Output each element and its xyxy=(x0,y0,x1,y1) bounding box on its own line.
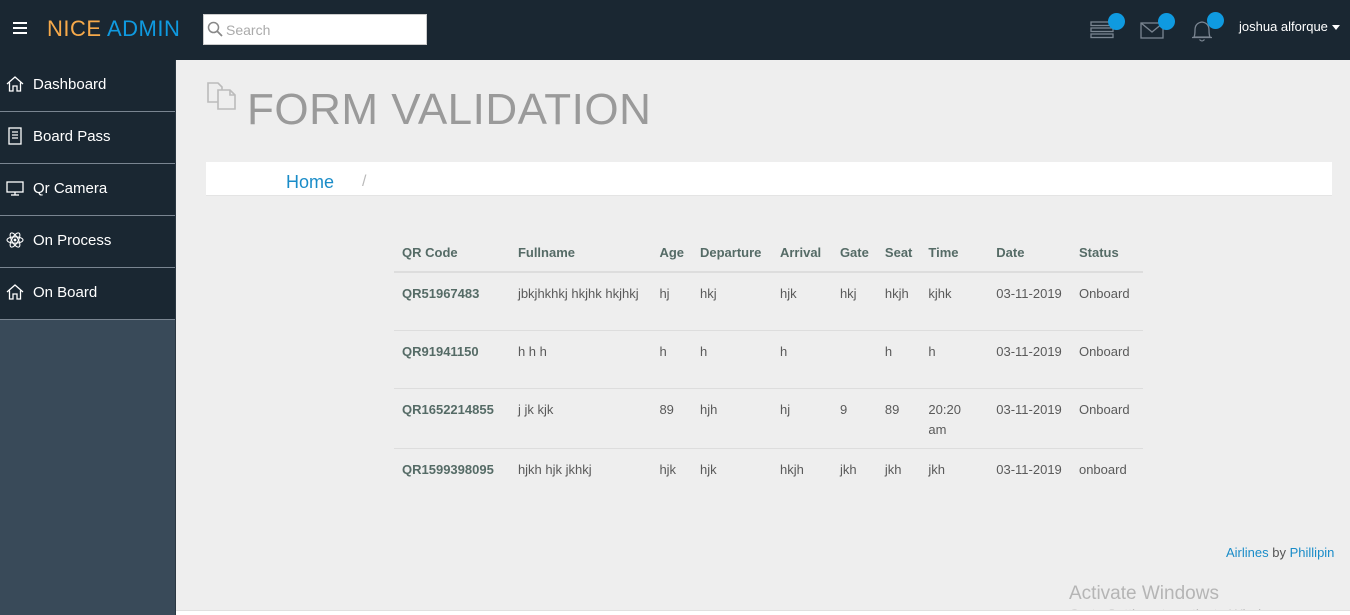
column-header: Departure xyxy=(692,234,772,273)
column-header: Seat xyxy=(876,234,921,273)
atom-icon xyxy=(6,232,24,248)
table-cell: hkjh xyxy=(884,286,909,301)
table-cell: hkj xyxy=(839,286,857,301)
sidebar-item-label: On Board xyxy=(33,284,98,301)
search-input[interactable] xyxy=(226,19,422,41)
qr-code-cell: QR1652214855 xyxy=(394,387,510,448)
breadcrumb-separator: / xyxy=(362,173,367,190)
column-header: Status xyxy=(1070,234,1143,273)
table-cell: hjh xyxy=(692,387,772,448)
table-cell: hkjh xyxy=(771,447,832,506)
sidebar-item-on-board[interactable]: On Board xyxy=(0,268,175,320)
table-cell: j jk kjk xyxy=(509,387,652,448)
table-cell: jkh xyxy=(831,447,877,506)
sidebar: Dashboard Board Pass Qr Camera On Proces… xyxy=(0,60,176,615)
breadcrumb: Home / xyxy=(206,162,1332,196)
table-cell: hjk xyxy=(692,447,772,506)
table-row: QR51967483 jbkjhkhkj hkjhk hkjhkj hj hkj… xyxy=(394,272,1143,330)
table-cell: hjk xyxy=(779,286,797,301)
table-cell: h h h xyxy=(509,329,652,388)
tasks-badge xyxy=(1108,13,1125,30)
column-header: Age xyxy=(651,234,692,273)
table-cell: h xyxy=(876,329,921,388)
user-dropdown[interactable]: joshua alforque xyxy=(1239,19,1340,34)
logo-text-admin: ADMIN xyxy=(106,16,181,41)
files-icon xyxy=(207,82,236,110)
sidebar-item-label: Board Pass xyxy=(33,128,111,145)
status-cell: Onboard xyxy=(1078,286,1130,301)
table-cell: hjk xyxy=(651,447,692,506)
bottom-strip xyxy=(176,610,1350,615)
table-cell: h xyxy=(920,329,989,388)
sidebar-item-label: Dashboard xyxy=(33,76,107,93)
footer-by-text: by xyxy=(1272,545,1286,560)
sidebar-item-board-pass[interactable]: Board Pass xyxy=(0,112,175,164)
activate-windows-watermark: Activate Windows xyxy=(1069,583,1219,604)
qr-code-cell: QR91941150 xyxy=(394,329,510,388)
status-cell: Onboard xyxy=(1070,329,1143,388)
sidebar-item-qr-camera[interactable]: Qr Camera xyxy=(0,164,175,216)
top-header: NICE ADMIN joshua alforque xyxy=(0,0,1350,60)
column-header: QR Code xyxy=(394,234,510,273)
qr-code-cell: QR51967483 xyxy=(402,286,480,301)
notifications-badge xyxy=(1207,12,1224,29)
sidebar-item-label: On Process xyxy=(33,232,112,249)
page-title: FORM VALIDATION xyxy=(247,85,652,134)
table-cell: 9 xyxy=(831,387,877,448)
table-cell: 03-11-2019 xyxy=(988,387,1071,448)
table-cell: 89 xyxy=(876,387,921,448)
table-cell: 03-11-2019 xyxy=(996,286,1062,301)
table-cell: jbkjhkhkj hkjhk hkjhkj xyxy=(517,286,639,301)
status-cell: Onboard xyxy=(1070,387,1143,448)
home-icon xyxy=(6,76,24,92)
table-cell: h xyxy=(771,329,832,388)
table-row: QR91941150 h h h h h h h h 03-11-2019 On… xyxy=(394,329,1143,388)
sidebar-item-dashboard[interactable]: Dashboard xyxy=(0,60,175,112)
column-header: Gate xyxy=(831,234,877,273)
search-icon xyxy=(207,21,223,37)
passenger-table: QR Code Fullname Age Departure Arrival G… xyxy=(394,234,1143,506)
table-row: QR1652214855 j jk kjk 89 hjh hj 9 89 20:… xyxy=(394,387,1143,448)
qr-code-cell: QR1599398095 xyxy=(394,447,510,506)
table-cell: hj xyxy=(659,286,670,301)
column-header: Date xyxy=(988,234,1071,273)
footer-credit: Airlines by Phillipin xyxy=(1226,545,1334,560)
sidebar-item-on-process[interactable]: On Process xyxy=(0,216,175,268)
breadcrumb-home-link[interactable]: Home xyxy=(286,172,334,193)
table-row: QR1599398095 hjkh hjk jkhkj hjk hjk hkjh… xyxy=(394,447,1143,506)
footer-airlines-link[interactable]: Airlines xyxy=(1226,545,1269,560)
table-cell: jkh xyxy=(876,447,921,506)
sidebar-item-label: Qr Camera xyxy=(33,180,108,197)
footer-author-link[interactable]: Phillipin xyxy=(1290,545,1335,560)
table-cell: h xyxy=(692,329,772,388)
logo-text-nice: NICE xyxy=(47,16,102,41)
mail-badge xyxy=(1158,13,1175,30)
table-cell: 03-11-2019 xyxy=(988,329,1071,388)
home-icon xyxy=(6,284,24,300)
table-cell: hjkh hjk jkhkj xyxy=(509,447,652,506)
app-logo[interactable]: NICE ADMIN xyxy=(47,16,180,42)
column-header: Arrival xyxy=(771,234,832,273)
table-cell: 20:20 am xyxy=(920,387,989,448)
document-icon xyxy=(8,127,22,145)
search-box xyxy=(203,14,427,45)
username-label: joshua alforque xyxy=(1239,19,1328,34)
column-header: Time xyxy=(920,234,989,273)
table-header-row: QR Code Fullname Age Departure Arrival G… xyxy=(394,234,1143,273)
column-header: Fullname xyxy=(509,234,652,273)
table-cell: 89 xyxy=(651,387,692,448)
table-cell: hj xyxy=(771,387,832,448)
table-cell: hkj xyxy=(700,286,717,301)
status-cell: onboard xyxy=(1070,447,1143,506)
table-cell: kjhk xyxy=(928,286,952,301)
menu-toggle-icon[interactable] xyxy=(13,22,27,34)
caret-down-icon xyxy=(1331,25,1340,31)
monitor-icon xyxy=(6,181,24,196)
table-cell xyxy=(831,329,877,388)
table-cell: 03-11-2019 xyxy=(988,447,1071,506)
table-cell: jkh xyxy=(920,447,989,506)
table-cell: h xyxy=(651,329,692,388)
